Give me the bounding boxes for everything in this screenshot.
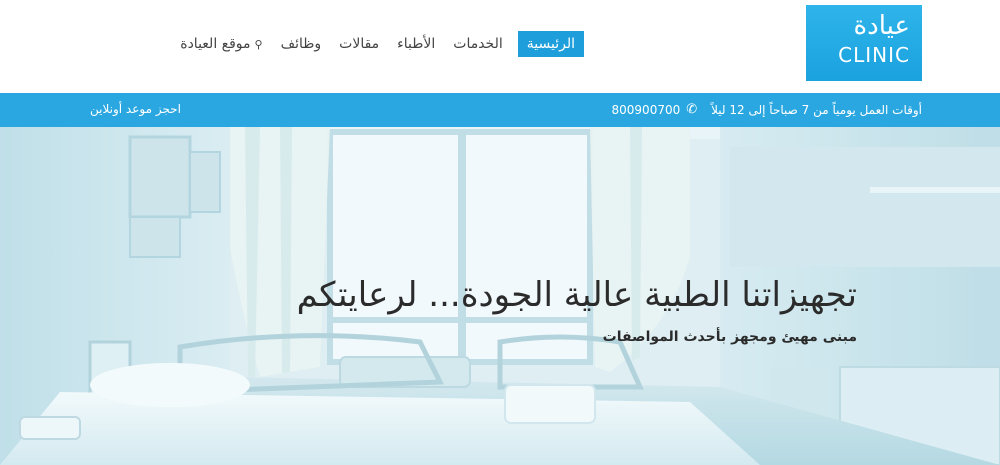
logo-english-text: CLINIC bbox=[838, 43, 910, 67]
book-online-link[interactable]: احجز موعد أونلاين bbox=[90, 93, 181, 127]
nav-label: الخدمات bbox=[453, 36, 503, 52]
nav-label: الرئيسية bbox=[526, 36, 575, 52]
hero-banner: تجهيزاتنا الطبية عالية الجودة... لرعايتك… bbox=[0, 127, 1000, 465]
location-pin-icon: ⚲ bbox=[254, 38, 263, 51]
working-hours-text: أوقات العمل يومياً من 7 صباحاً إلى 12 لي… bbox=[711, 103, 922, 117]
nav-label: مقالات bbox=[339, 36, 380, 52]
nav-label: موقع العيادة bbox=[180, 36, 251, 52]
nav-label: الأطباء bbox=[397, 36, 436, 52]
nav-item-location[interactable]: ⚲موقع العيادة bbox=[171, 31, 271, 57]
site-header: عيادة CLINIC الرئيسية الخدمات الأطباء مق… bbox=[0, 0, 1000, 93]
main-nav: الرئيسية الخدمات الأطباء مقالات وظائف ⚲م… bbox=[171, 31, 584, 57]
nav-item-articles[interactable]: مقالات bbox=[330, 31, 388, 57]
nav-label: وظائف bbox=[280, 36, 322, 52]
clinic-logo[interactable]: عيادة CLINIC bbox=[806, 5, 922, 81]
nav-item-jobs[interactable]: وظائف bbox=[272, 31, 331, 57]
info-bar: أوقات العمل يومياً من 7 صباحاً إلى 12 لي… bbox=[0, 93, 1000, 127]
hero-title: تجهيزاتنا الطبية عالية الجودة... لرعايتك… bbox=[296, 275, 857, 315]
contact-info: أوقات العمل يومياً من 7 صباحاً إلى 12 لي… bbox=[612, 93, 922, 127]
nav-item-home[interactable]: الرئيسية bbox=[517, 31, 584, 57]
nav-item-services[interactable]: الخدمات bbox=[444, 31, 512, 57]
phone-icon: ✆ bbox=[686, 102, 698, 117]
logo-arabic-text: عيادة bbox=[853, 11, 910, 41]
nav-item-doctors[interactable]: الأطباء bbox=[388, 31, 444, 57]
hero-subtitle: مبنى مهيئ ومجهز بأحدث المواصفات bbox=[602, 329, 857, 345]
phone-number[interactable]: 800900700 bbox=[612, 94, 681, 126]
